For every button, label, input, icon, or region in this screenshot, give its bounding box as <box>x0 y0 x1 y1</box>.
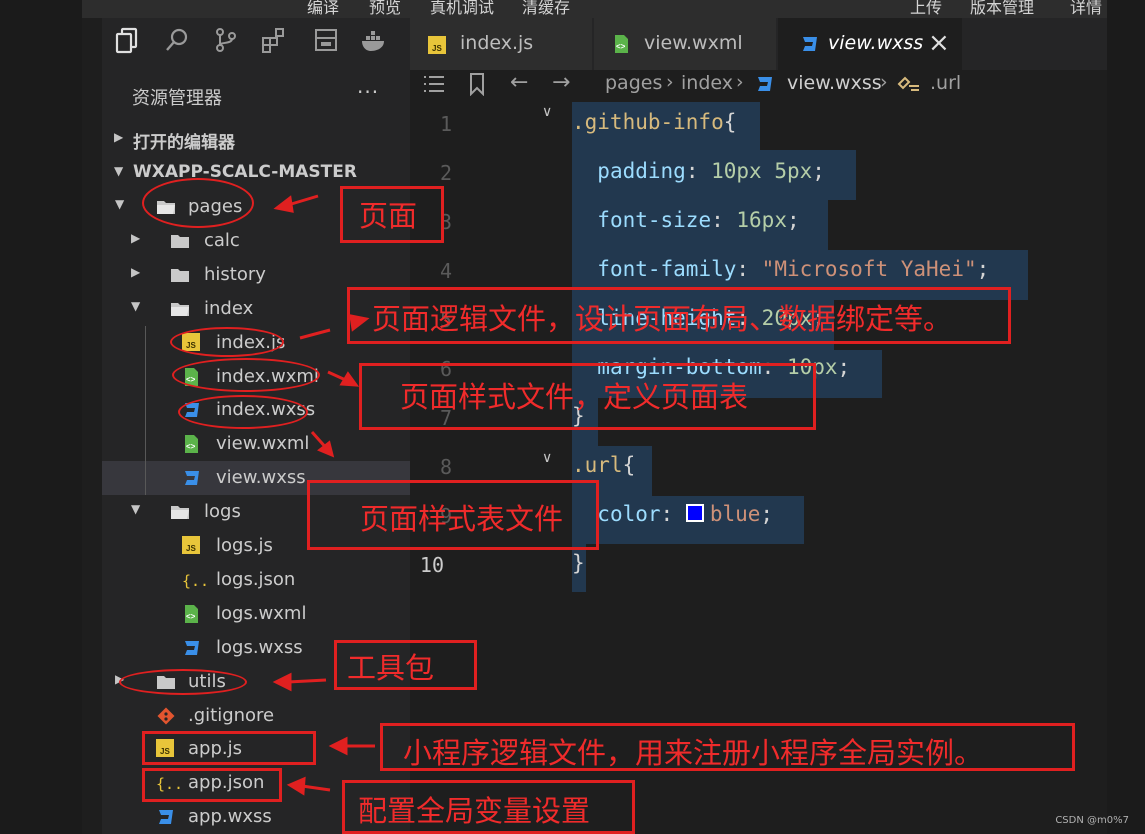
annotation-arrows <box>272 194 375 796</box>
watermark: CSDN @m0%7 <box>1055 815 1129 826</box>
